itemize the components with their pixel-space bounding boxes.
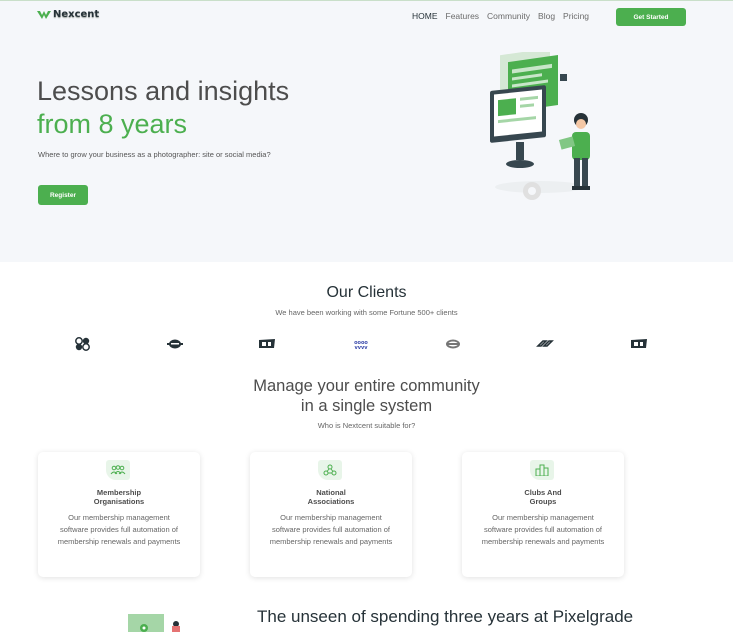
hero-title: Lessons and insights from 8 years [37,75,289,141]
card-title-line1: National [316,488,346,497]
nav-item-blog[interactable]: Blog [538,11,555,21]
card-title: Membership Organisations [38,488,200,506]
nav-item-community[interactable]: Community [487,11,530,21]
card-title-line1: Membership [96,488,142,497]
community-subtitle: Who is Nextcent suitable for? [317,421,416,430]
card-body-line3: membership renewals and payments [481,537,605,546]
nav-item-features[interactable]: Features [446,11,480,21]
network-icon [318,460,342,480]
logo-icon [37,10,51,19]
hero-subtitle: Where to grow your business as a photogr… [38,150,271,159]
client-logo-7-icon [631,339,647,348]
feature-title: The unseen of spending three years at Pi… [257,607,634,626]
hero-section [0,30,733,262]
community-title-line2: in a single system [300,397,433,415]
building-icon [530,460,554,480]
nav-item-home[interactable]: HOME [412,11,438,21]
people-group-icon [106,460,130,480]
client-logo-6-icon [536,340,554,347]
card-body-line1: Our membership management [492,513,594,522]
card-body-line2: software provides full automation of [272,525,390,534]
card-title-line2: Groups [529,497,557,506]
client-logo-5-icon [446,339,460,349]
card-body-line2: software provides full automation of [484,525,602,534]
client-logo-2-icon [167,339,183,349]
card-national-associations: National Associations Our membership man… [250,452,412,577]
card-body-line3: membership renewals and payments [269,537,393,546]
card-body: Our membership management software provi… [42,512,196,548]
brand-name: Nexcent [53,9,100,20]
get-started-button[interactable]: Get Started [616,8,686,26]
svg-text:vvvv: vvvv [354,345,368,351]
card-body: Our membership management software provi… [254,512,408,548]
nav-menu: HOME Features Community Blog Pricing [412,11,597,21]
community-title-line1: Manage your entire community [253,377,480,395]
card-title-line1: Clubs And [524,488,562,497]
card-clubs-and-groups: Clubs And Groups Our membership manageme… [462,452,624,577]
card-title-line2: Organisations [93,497,145,506]
developer-illustration-icon [490,52,590,200]
card-body-line2: software provides full automation of [60,525,178,534]
community-title: Manage your entire community in a single… [0,376,733,416]
feature-illustration-icon [128,614,180,632]
brand-logo[interactable]: Nexcent [37,9,99,20]
client-logo-1-icon [75,337,90,351]
hero-title-line2: from 8 years [37,109,188,139]
clients-title: Our Clients [326,284,407,301]
nav-item-pricing[interactable]: Pricing [563,11,589,21]
card-body-line1: Our membership management [280,513,382,522]
clients-subtitle: We have been working with some Fortune 5… [275,308,458,317]
client-logo-4-icon: oooo vvvv [354,340,368,351]
card-body: Our membership management software provi… [466,512,620,548]
register-button[interactable]: Register [38,185,88,205]
card-membership-organisations: Membership Organisations Our membership … [38,452,200,577]
card-title: National Associations [250,488,412,506]
card-title-line2: Associations [307,497,355,506]
card-title: Clubs And Groups [462,488,624,506]
hero-title-line1: Lessons and insights [37,76,290,106]
client-logo-3-icon [259,339,275,348]
card-body-line3: membership renewals and payments [57,537,181,546]
card-body-line1: Our membership management [68,513,170,522]
top-navbar: Nexcent HOME Features Community Blog Pri… [0,0,733,30]
